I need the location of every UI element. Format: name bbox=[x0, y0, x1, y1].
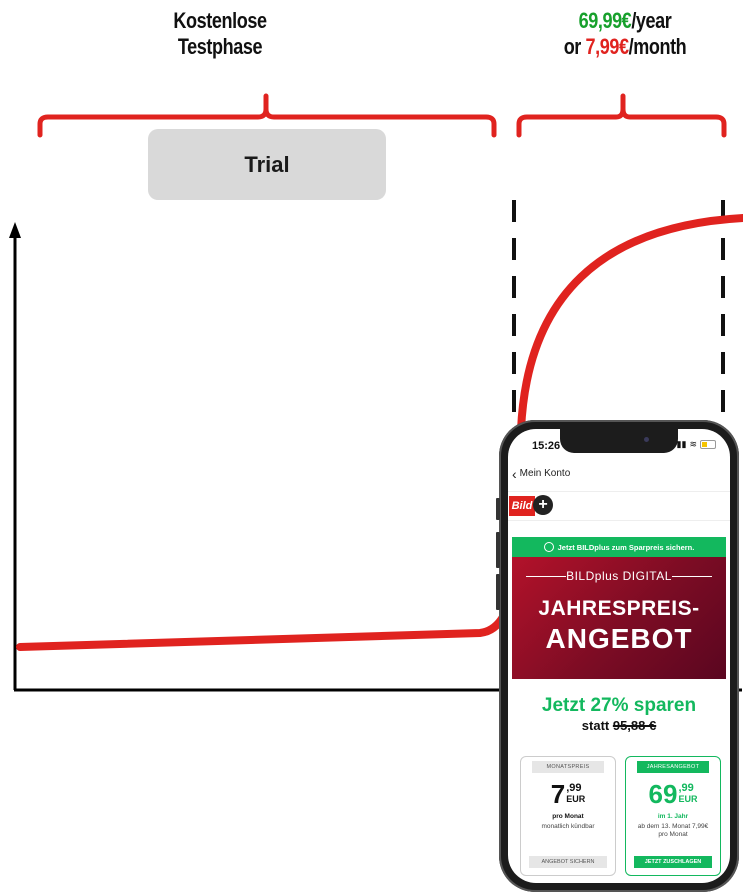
monthly-plan-button[interactable]: ANGEBOT SICHERN bbox=[529, 856, 607, 868]
trial-box-label: Trial bbox=[244, 151, 290, 177]
phone-mockup: 15:26 ▮▮ ≋ ‹ Mein Konto Bild + Jetzt BIL… bbox=[496, 420, 739, 892]
monthly-plan-header: MONATSPREIS bbox=[532, 761, 604, 773]
promo-banner-text: Jetzt BILDplus zum Sparpreis sichern. bbox=[557, 542, 695, 552]
wifi-icon: ≋ bbox=[689, 439, 697, 449]
yearly-plan-card[interactable]: JAHRESANGEBOT 69 ,99 EUR im 1. Jahr ab de… bbox=[625, 756, 721, 876]
yearly-price-cents: ,99 bbox=[678, 782, 694, 794]
yearly-plan-header: JAHRESANGEBOT bbox=[637, 761, 709, 773]
yearly-price-main: 69 bbox=[648, 779, 678, 809]
yearly-plan-note: ab dem 13. Monat 7,99€ pro Monat bbox=[637, 823, 709, 838]
signal-icon: ▮▮ bbox=[676, 439, 687, 449]
monthly-plan-period: pro Monat bbox=[552, 813, 584, 820]
phone-volume-up-button bbox=[496, 532, 500, 568]
back-button-label: Mein Konto bbox=[519, 468, 571, 479]
chevron-left-icon: ‹ bbox=[512, 465, 517, 482]
yearly-plan-price: 69 ,99 EUR bbox=[626, 781, 720, 807]
hourglass-icon bbox=[543, 542, 554, 552]
monthly-price-cents: ,99 bbox=[566, 782, 582, 794]
battery-icon bbox=[700, 440, 716, 449]
phone-screen: 15:26 ▮▮ ≋ ‹ Mein Konto Bild + Jetzt BIL… bbox=[508, 429, 730, 883]
back-button[interactable]: ‹ Mein Konto bbox=[512, 465, 571, 482]
monthly-plan-card[interactable]: MONATSPREIS 7 ,99 EUR pro Monat monatlich… bbox=[520, 756, 616, 876]
paid-bracket bbox=[516, 93, 727, 138]
original-price: statt 95,88 € bbox=[508, 718, 730, 733]
y-axis-arrow-icon bbox=[9, 222, 21, 238]
monthly-price-main: 7 bbox=[550, 779, 566, 809]
hero-divider-right bbox=[672, 576, 712, 577]
monthly-plan-note: monatlich kündbar bbox=[541, 823, 595, 830]
hero-title-line1: JAHRESPREIS- bbox=[538, 597, 700, 620]
trial-box: Trial bbox=[148, 129, 386, 200]
status-time: 15:26 bbox=[532, 440, 561, 452]
yearly-plan-button[interactable]: JETZT ZUSCHLAGEN bbox=[634, 856, 712, 868]
logo-row: Bild + bbox=[508, 491, 730, 521]
yearly-price-currency: EUR bbox=[678, 794, 698, 804]
original-price-prefix: statt bbox=[581, 718, 613, 733]
monthly-price-currency: EUR bbox=[566, 794, 586, 804]
yearly-plan-period: im 1. Jahr bbox=[657, 813, 689, 820]
status-icons: ▮▮ ≋ bbox=[677, 439, 716, 450]
plus-icon: + bbox=[533, 495, 553, 515]
original-price-value: 95,88 € bbox=[612, 718, 657, 733]
phone-volume-down-button bbox=[496, 574, 500, 610]
phone-notch bbox=[560, 429, 678, 453]
camera-icon bbox=[644, 437, 649, 442]
bild-logo: Bild bbox=[509, 496, 535, 516]
monthly-plan-price: 7 ,99 EUR bbox=[521, 781, 615, 807]
hero-title-line2: ANGEBOT bbox=[545, 623, 693, 654]
monthly-price-fraction: ,99 EUR bbox=[566, 783, 585, 805]
hero-offer: BILDplus DIGITAL JAHRESPREIS- ANGEBOT bbox=[512, 557, 726, 679]
promo-banner[interactable]: Jetzt BILDplus zum Sparpreis sichern. bbox=[512, 537, 726, 557]
phone-side-button bbox=[496, 498, 500, 520]
yearly-price-fraction: ,99 EUR bbox=[678, 783, 697, 805]
save-headline: Jetzt 27% sparen bbox=[541, 695, 697, 716]
